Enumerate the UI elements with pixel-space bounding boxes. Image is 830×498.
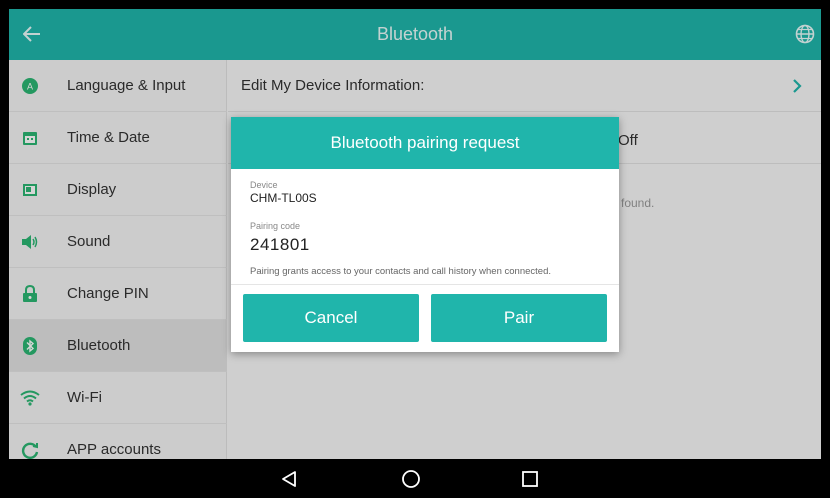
nav-home-button[interactable] <box>398 467 424 491</box>
pairing-code-label: Pairing code <box>250 221 301 231</box>
dialog-divider <box>231 284 619 285</box>
square-recents-icon <box>522 471 538 487</box>
device-name: CHM-TL00S <box>250 191 317 205</box>
cancel-button[interactable]: Cancel <box>243 294 419 342</box>
nav-bar <box>0 459 830 498</box>
pairing-dialog: Bluetooth pairing request Device CHM-TL0… <box>231 117 619 352</box>
nav-back-button[interactable] <box>276 467 302 491</box>
pairing-code-value: 241801 <box>250 235 310 254</box>
device-label: Device <box>250 180 278 190</box>
pair-button[interactable]: Pair <box>431 294 607 342</box>
dialog-title: Bluetooth pairing request <box>231 117 619 169</box>
circle-home-icon <box>402 470 420 488</box>
pairing-note: Pairing grants access to your contacts a… <box>250 266 551 277</box>
nav-recents-button[interactable] <box>517 467 543 491</box>
screen: Bluetooth A Language & Input Time & Date <box>9 9 821 459</box>
triangle-back-icon <box>282 471 296 487</box>
